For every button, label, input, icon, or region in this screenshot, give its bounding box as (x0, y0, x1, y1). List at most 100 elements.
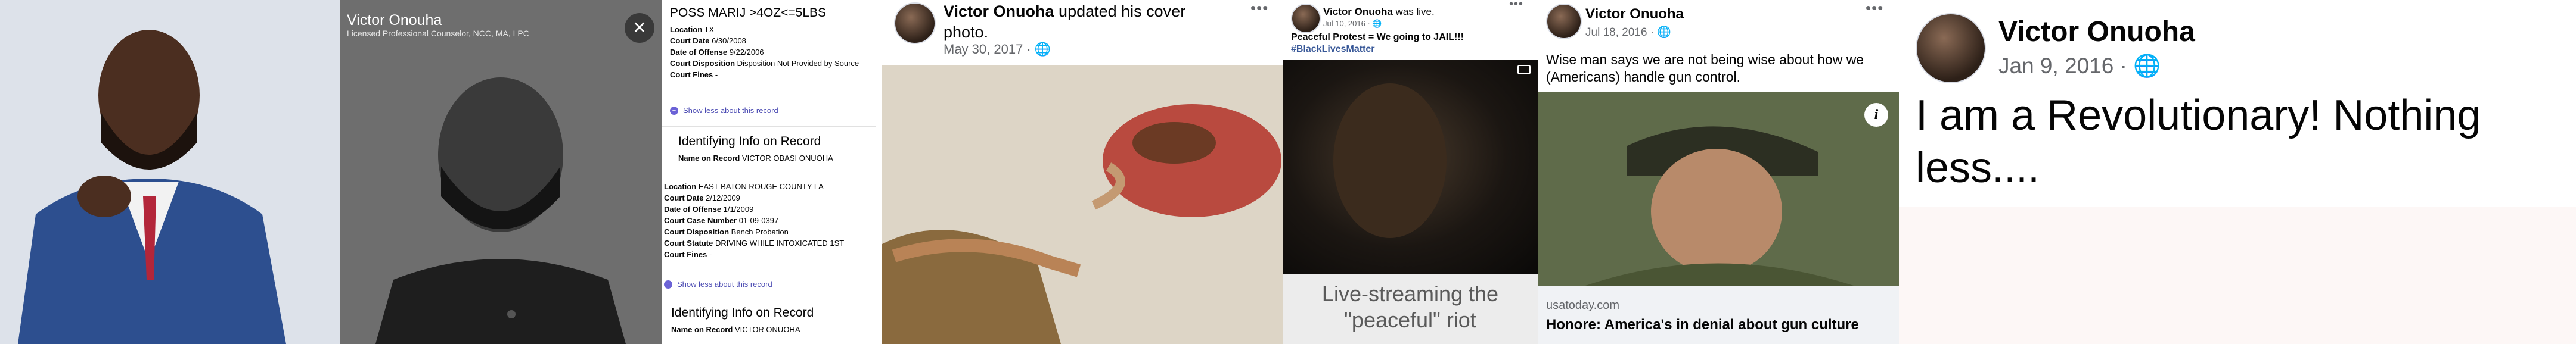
link-preview-image[interactable] (1538, 92, 1899, 286)
record-field-label: Court Disposition (664, 227, 730, 236)
record-field: Court Fines - (664, 249, 879, 260)
post-header: Victor Onuoha was live. (1323, 6, 1435, 18)
collapse-icon: − (664, 280, 672, 289)
link-share-post: Victor Onuoha Jul 18, 2016 · 🌐 ••• Wise … (1538, 0, 1899, 344)
record-field-label: Date of Offense (670, 48, 728, 57)
post-author[interactable]: Victor Onuoha (944, 2, 1054, 20)
record-field-label: Court Case Number (664, 216, 737, 225)
more-options-icon[interactable]: ••• (1509, 0, 1523, 11)
close-icon[interactable]: ✕ (625, 13, 654, 43)
record-field: Court Date 6/30/2008 (670, 35, 879, 46)
record-field-label: Court Fines (664, 250, 707, 259)
post-body: Wise man says we are not being wise abou… (1546, 52, 1864, 85)
record-field-value: 1/1/2009 (723, 205, 754, 214)
record-field-value: TX (704, 25, 715, 34)
identifying-info-title: Identifying Info on Record (671, 306, 814, 320)
record-field-value: - (715, 70, 718, 79)
identifying-info-title: Identifying Info on Record (678, 135, 821, 148)
live-video-player[interactable] (1283, 60, 1538, 274)
record-field-value: Bench Probation (731, 227, 789, 236)
record-field-label: Date of Offense (664, 205, 722, 214)
record-field-value: 2/12/2009 (706, 193, 740, 202)
globe-icon: 🌐 (1372, 19, 1382, 28)
record-field-value: 6/30/2008 (712, 36, 746, 45)
counselor-profile-card: Victor Onouha Licensed Professional Coun… (340, 0, 662, 344)
record-field: Location TX (670, 24, 879, 35)
show-less-label: Show less about this record (677, 280, 772, 289)
record-fields: Location EAST BATON ROUGE COUNTY LA Court… (664, 181, 879, 260)
record-fields: Location TX Court Date 6/30/2008 Date of O… (670, 24, 879, 80)
globe-icon: 🌐 (1657, 26, 1672, 39)
general-portrait-image (1538, 92, 1899, 286)
creation-fresco-image (882, 65, 1283, 344)
post-author[interactable]: Victor Onuoha (1585, 6, 1684, 23)
record-field-value: - (709, 250, 712, 259)
more-options-icon[interactable]: ••• (1866, 0, 1883, 17)
hashtag-link[interactable]: #BlackLivesMatter (1291, 44, 1375, 55)
court-records-panel: POSS MARIJ >4OZ<=5LBS Location TX Court D… (662, 0, 882, 344)
post-action: was live. (1395, 6, 1435, 17)
record-field: Court Case Number 01-09-0397 (664, 215, 879, 226)
collapse-icon: − (670, 106, 678, 115)
record-field: Court Disposition Disposition Not Provid… (670, 58, 879, 69)
record-field: Date of Offense 9/22/2006 (670, 46, 879, 58)
globe-icon: 🌐 (1034, 42, 1051, 57)
divider (662, 126, 876, 127)
record-field-label: Court Date (670, 36, 710, 45)
more-options-icon[interactable]: ••• (1250, 0, 1268, 17)
record-field: Location EAST BATON ROUGE COUNTY LA (664, 181, 879, 192)
record-field-value: 01-09-0397 (738, 216, 779, 225)
headshot-image (340, 0, 662, 344)
post-message: Peaceful Protest = We going to JAIL!!! (1291, 32, 1464, 42)
record-field-label: Court Fines (670, 70, 713, 79)
link-headline: Honore: America's in denial about gun cu… (1546, 317, 1859, 333)
name-on-record-value: VICTOR OBASI ONUOHA (741, 154, 833, 162)
post-author[interactable]: Victor Onuoha (1323, 6, 1393, 17)
avatar[interactable] (1546, 4, 1582, 39)
record-field: Court Fines - (670, 69, 879, 80)
text-status-post: Victor Onuoha Jan 9, 2016 · 🌐 I am a Rev… (1899, 0, 2576, 344)
post-date[interactable]: Jan 9, 2016 · 🌐 (1998, 54, 2161, 79)
cover-photo-image[interactable] (882, 65, 1283, 344)
record-field-label: Court Disposition (670, 59, 735, 68)
post-header: Victor Onuoha updated his cover photo. (944, 1, 1230, 43)
name-on-record-label: Name on Record (671, 325, 733, 334)
link-preview-card[interactable]: usatoday.com Honore: America's in denial… (1538, 286, 1899, 344)
record-field-label: Court Statute (664, 239, 713, 248)
show-less-link[interactable]: − Show less about this record (670, 106, 778, 115)
post-date[interactable]: Jul 18, 2016 · 🌐 (1585, 25, 1671, 39)
live-video-post: Victor Onuoha was live. Jul 10, 2016 · 🌐… (1283, 0, 1538, 344)
post-date[interactable]: May 30, 2017 · 🌐 (944, 42, 1051, 57)
show-less-label: Show less about this record (683, 106, 778, 115)
video-frame (1333, 65, 1531, 238)
globe-icon: 🌐 (2133, 54, 2161, 78)
name-on-record: Name on Record VICTOR OBASI ONUOHA (678, 152, 875, 164)
post-date-text: Jan 9, 2016 · (1998, 54, 2134, 78)
record-field-value: Disposition Not Provided by Source (737, 59, 859, 68)
man-in-suit-image (0, 0, 340, 344)
record-field-label: Location (664, 182, 697, 191)
record-field-label: Location (670, 25, 703, 34)
profile-photo-suit (0, 0, 340, 344)
post-body: I am a Revolutionary! Nothing less.... (1916, 92, 2481, 192)
record-field-value: DRIVING WHILE INTOXICATED 1ST (715, 239, 845, 248)
show-less-link[interactable]: − Show less about this record (664, 280, 772, 289)
record-field: Court Statute DRIVING WHILE INTOXICATED … (664, 237, 879, 249)
post-date-text: Jul 10, 2016 · (1323, 19, 1373, 28)
post-background (1899, 207, 2576, 344)
avatar[interactable] (1916, 13, 1986, 83)
profile-credentials: Licensed Professional Counselor, NCC, MA… (347, 29, 529, 38)
record-field-label: Court Date (664, 193, 704, 202)
avatar[interactable] (894, 2, 936, 44)
video-caption: Live-streaming the "peaceful" riot (1283, 274, 1538, 344)
avatar[interactable] (1291, 4, 1321, 33)
record-field: Court Disposition Bench Probation (664, 226, 879, 237)
record-field: Court Date 2/12/2009 (664, 192, 879, 204)
info-icon[interactable]: i (1864, 103, 1888, 127)
post-date[interactable]: Jul 10, 2016 · 🌐 (1323, 19, 1382, 29)
record-field-value: 9/22/2006 (729, 48, 764, 57)
link-domain: usatoday.com (1546, 299, 1620, 312)
post-date-text: Jul 18, 2016 · (1585, 26, 1658, 39)
post-author[interactable]: Victor Onuoha (1998, 15, 2195, 48)
post-date-text: May 30, 2017 · (944, 42, 1035, 57)
